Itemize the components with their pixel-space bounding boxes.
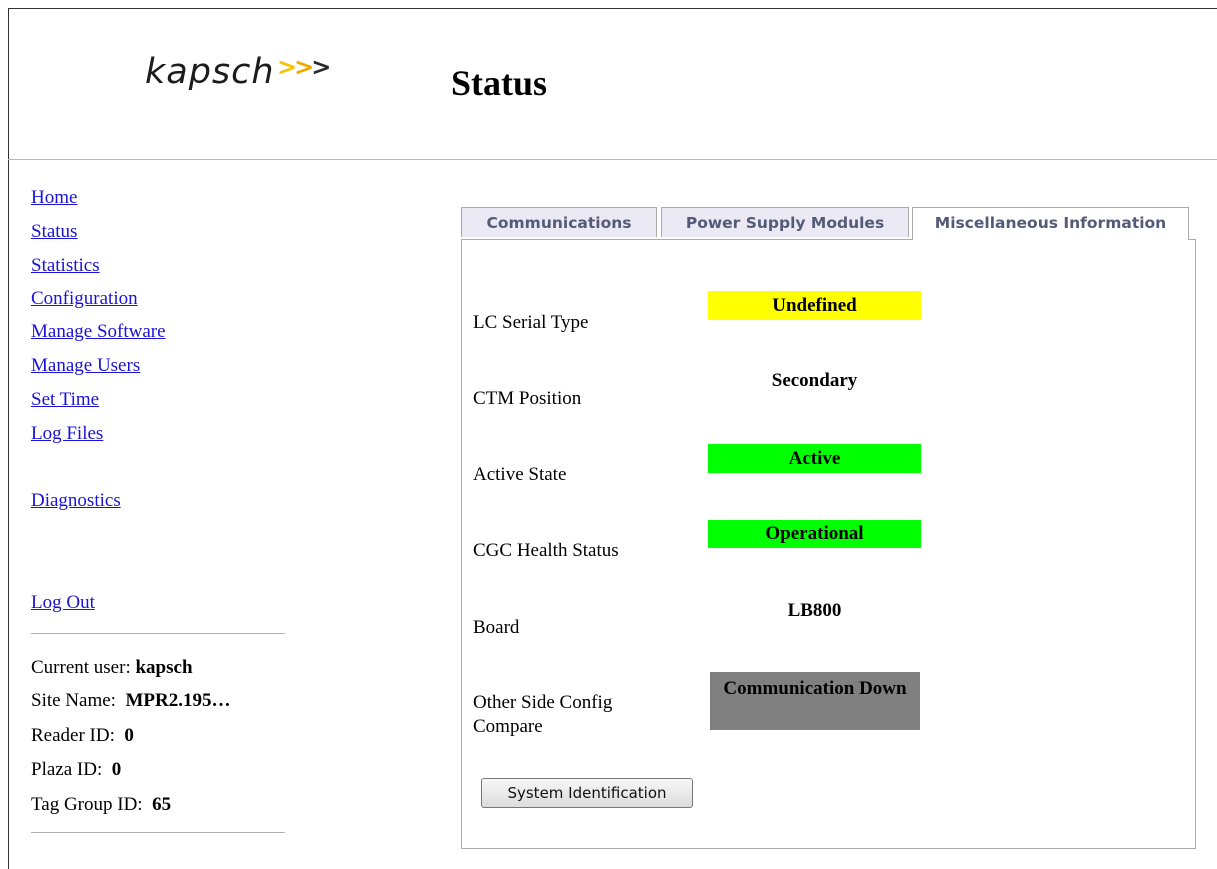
site-name-info: Site Name: MPR2.195… bbox=[31, 690, 230, 712]
plaza-id-info: Plaza ID: 0 bbox=[31, 759, 121, 781]
nav-link-manage-users[interactable]: Manage Users bbox=[31, 354, 140, 378]
active-state-label: Active State bbox=[473, 464, 567, 485]
ctm-position-value: Secondary bbox=[771, 370, 858, 391]
reader-id-info: Reader ID: 0 bbox=[31, 725, 134, 747]
current-user-value: kapsch bbox=[135, 657, 193, 678]
nav-link-configuration[interactable]: Configuration bbox=[31, 287, 138, 311]
plaza-id-label: Plaza ID: bbox=[31, 759, 103, 780]
tab-power-supply-modules[interactable]: Power Supply Modules bbox=[661, 207, 909, 237]
plaza-id-value: 0 bbox=[111, 759, 122, 780]
kapsch-logo: kapsch bbox=[145, 52, 275, 92]
site-name-label: Site Name: bbox=[31, 690, 116, 711]
other-side-config-compare-label: Other Side Config Compare bbox=[473, 692, 613, 737]
board-label: Board bbox=[473, 617, 520, 638]
system-identification-button[interactable]: System Identification bbox=[481, 778, 693, 808]
lc-serial-type-label: LC Serial Type bbox=[473, 312, 589, 333]
current-user-info: Current user: kapsch bbox=[31, 657, 193, 679]
cgc-health-status-value: Operational bbox=[708, 520, 921, 548]
board-value: LB800 bbox=[787, 600, 842, 621]
nav-link-set-time[interactable]: Set Time bbox=[31, 388, 99, 412]
tag-group-value: 65 bbox=[152, 794, 172, 815]
tag-group-info: Tag Group ID: 65 bbox=[31, 794, 171, 816]
sidebar-divider-bottom bbox=[31, 832, 285, 833]
nav-link-manage-software[interactable]: Manage Software bbox=[31, 320, 166, 344]
nav-link-statistics[interactable]: Statistics bbox=[31, 254, 100, 278]
page-title: Status bbox=[451, 63, 548, 103]
nav-link-status[interactable]: Status bbox=[31, 220, 77, 244]
active-state-value: Active bbox=[708, 444, 921, 473]
other-side-config-compare-value: Communication Down bbox=[710, 672, 920, 730]
lc-serial-type-value: Undefined bbox=[708, 291, 921, 320]
logout-link[interactable]: Log Out bbox=[31, 591, 95, 615]
reader-id-value: 0 bbox=[124, 725, 134, 746]
logo-arrows-icon: >>> bbox=[277, 53, 331, 81]
current-user-label: Current user: bbox=[31, 657, 131, 678]
ctm-position-label: CTM Position bbox=[473, 388, 582, 409]
nav-link-log-files[interactable]: Log Files bbox=[31, 422, 103, 446]
nav-link-home[interactable]: Home bbox=[31, 186, 77, 210]
tab-miscellaneous-information[interactable]: Miscellaneous Information bbox=[912, 207, 1189, 240]
sidebar-divider bbox=[31, 633, 285, 634]
cgc-health-status-label: CGC Health Status bbox=[473, 540, 619, 561]
header-divider bbox=[8, 159, 1217, 160]
tab-communications[interactable]: Communications bbox=[461, 207, 657, 237]
site-name-value: MPR2.195… bbox=[125, 690, 231, 711]
nav-link-diagnostics[interactable]: Diagnostics bbox=[31, 489, 121, 513]
reader-id-label: Reader ID: bbox=[31, 725, 115, 746]
tag-group-label: Tag Group ID: bbox=[31, 794, 143, 815]
